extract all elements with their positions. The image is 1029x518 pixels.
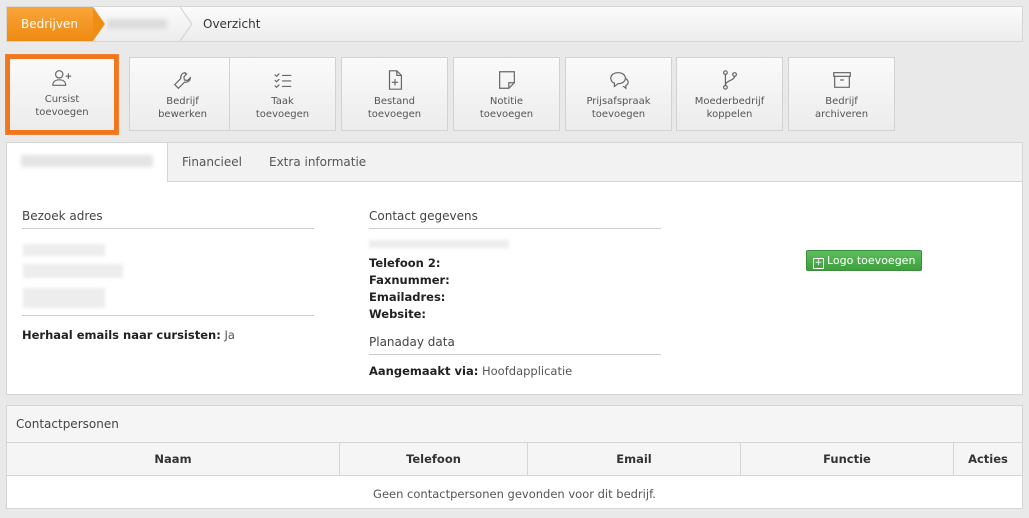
column-header-email[interactable]: Email bbox=[527, 443, 741, 476]
column-header-phone[interactable]: Telefoon bbox=[339, 443, 528, 476]
chat-icon bbox=[609, 72, 629, 90]
note-icon bbox=[498, 71, 515, 89]
add-file-label-2: toevoegen bbox=[367, 109, 422, 120]
breadcrumb-current: Overzicht bbox=[203, 17, 261, 31]
address-divider bbox=[22, 315, 314, 316]
breadcrumb: Bedrijven Overzicht bbox=[6, 6, 1023, 42]
column-header-actions: Acties bbox=[953, 443, 1022, 476]
breadcrumb-separator-icon bbox=[179, 7, 193, 41]
edit-company-label-2: bewerken bbox=[158, 109, 207, 120]
address-line-3 bbox=[23, 288, 105, 308]
add-task-label-1: Taak bbox=[271, 96, 294, 107]
add-note-button[interactable]: Notitie toevoegen bbox=[453, 57, 560, 131]
website-label: Website: bbox=[369, 307, 426, 321]
created-via-value: Hoofdapplicatie bbox=[482, 364, 573, 378]
edit-company-button[interactable]: Bedrijf bewerken bbox=[129, 57, 236, 131]
email-label: Emailadres: bbox=[369, 290, 446, 304]
add-logo-label: Logo toevoegen bbox=[827, 254, 916, 267]
contact-title: Contact gegevens bbox=[369, 209, 661, 229]
add-file-label-1: Bestand bbox=[374, 96, 415, 107]
edit-company-label-1: Bedrijf bbox=[166, 96, 199, 107]
details-tabs: Financieel Extra informatie bbox=[7, 143, 1022, 182]
empty-table-message: Geen contactpersonen gevonden voor dit b… bbox=[373, 487, 656, 501]
add-student-button[interactable]: Cursist toevoegen bbox=[6, 55, 118, 134]
fax-label: Faxnummer: bbox=[369, 273, 450, 287]
wrench-icon bbox=[173, 72, 191, 90]
address-line-2 bbox=[23, 264, 123, 278]
add-task-button[interactable]: Taak toevoegen bbox=[229, 57, 336, 131]
table-header-row: Naam Telefoon Email Functie Acties bbox=[7, 443, 1022, 476]
tab-extra-info[interactable]: Extra informatie bbox=[269, 143, 366, 181]
link-parent-company-label-2: koppelen bbox=[706, 109, 753, 120]
created-via-row: Aangemaakt via: Hoofdapplicatie bbox=[369, 363, 572, 379]
column-header-name[interactable]: Naam bbox=[7, 443, 340, 476]
plus-icon: + bbox=[813, 258, 824, 269]
add-task-label-2: toevoegen bbox=[255, 109, 310, 120]
add-student-label-1: Cursist bbox=[44, 94, 80, 105]
contact-persons-title: Contactpersonen bbox=[7, 406, 1022, 443]
add-student-label-2: toevoegen bbox=[35, 107, 89, 118]
link-parent-company-label-1: Moederbedrijf bbox=[694, 96, 765, 107]
contact-phone-line bbox=[369, 240, 509, 248]
contact-persons-panel: Contactpersonen Naam Telefoon Email Func… bbox=[6, 405, 1023, 509]
breadcrumb-home-link[interactable]: Bedrijven bbox=[7, 7, 105, 41]
archive-company-button[interactable]: Bedrijf archiveren bbox=[788, 57, 895, 131]
planaday-title: Planaday data bbox=[369, 335, 661, 355]
link-parent-company-button[interactable]: Moederbedrijf koppelen bbox=[676, 57, 783, 131]
repeat-emails-row: Herhaal emails naar cursisten: Ja bbox=[22, 327, 235, 343]
branch-icon bbox=[722, 70, 737, 90]
phone2-label: Telefoon 2: bbox=[369, 256, 441, 270]
add-note-label-1: Notitie bbox=[489, 96, 524, 107]
company-details-panel: Financieel Extra informatie Bezoek adres… bbox=[6, 142, 1023, 395]
address-line-1 bbox=[23, 244, 105, 256]
add-file-button[interactable]: Bestand toevoegen bbox=[341, 57, 448, 131]
column-header-function[interactable]: Functie bbox=[740, 443, 954, 476]
task-list-icon bbox=[273, 73, 291, 89]
add-price-agreement-label-1: Prijsafspraak bbox=[586, 96, 651, 107]
planaday-section: Planaday data bbox=[369, 335, 661, 355]
contact-section: Contact gegevens bbox=[369, 209, 661, 229]
contact-persons-table: Naam Telefoon Email Functie Acties Geen … bbox=[7, 443, 1022, 512]
archive-company-label-1: Bedrijf bbox=[825, 96, 858, 107]
created-via-label: Aangemaakt via: bbox=[369, 364, 479, 378]
file-plus-icon bbox=[388, 70, 402, 90]
add-logo-button[interactable]: + Logo toevoegen bbox=[806, 250, 923, 271]
add-price-agreement-button[interactable]: Prijsafspraak toevoegen bbox=[565, 57, 672, 131]
repeat-emails-label: Herhaal emails naar cursisten: bbox=[22, 328, 221, 342]
archive-company-label-2: archiveren bbox=[814, 109, 869, 120]
table-row: Geen contactpersonen gevonden voor dit b… bbox=[7, 476, 1022, 513]
address-section: Bezoek adres bbox=[22, 209, 314, 229]
add-price-agreement-label-2: toevoegen bbox=[591, 109, 646, 120]
user-plus-icon bbox=[52, 70, 72, 86]
tab-company-general[interactable] bbox=[7, 143, 168, 182]
address-title: Bezoek adres bbox=[22, 209, 314, 229]
breadcrumb-company-link[interactable] bbox=[107, 19, 167, 29]
repeat-emails-value: Ja bbox=[224, 328, 235, 342]
add-note-label-2: toevoegen bbox=[479, 109, 534, 120]
archive-icon bbox=[832, 72, 851, 88]
tab-financial[interactable]: Financieel bbox=[182, 143, 242, 181]
